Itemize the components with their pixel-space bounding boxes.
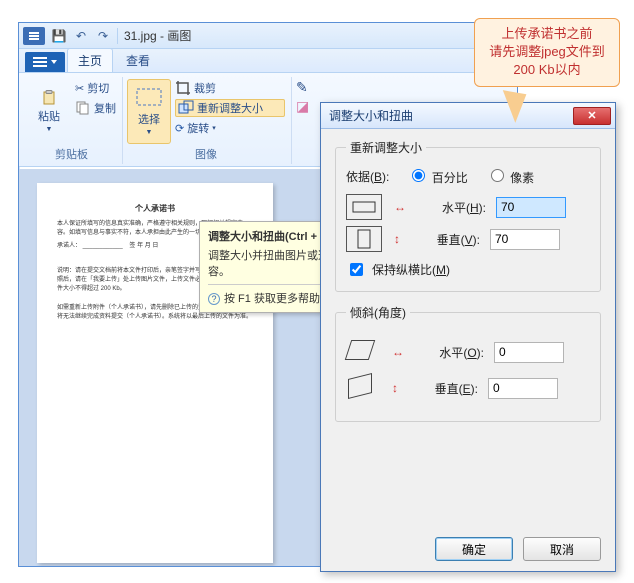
tab-view[interactable]: 查看 [115, 48, 161, 72]
clipboard-icon [41, 90, 57, 106]
skew-horiz-label: 水平(O): [414, 344, 484, 361]
resize-vert-icon [346, 226, 382, 252]
redo-icon[interactable]: ↷ [95, 28, 111, 44]
copy-button[interactable]: 复制 [75, 99, 116, 117]
window-title: 31.jpg - 画图 [124, 27, 191, 44]
resize-horiz-input[interactable] [496, 197, 566, 218]
skew-horiz-input[interactable] [494, 342, 564, 363]
arrow-vert-icon: ↕ [394, 232, 400, 246]
copy-label: 复制 [94, 100, 116, 116]
select-rect-icon [135, 87, 163, 109]
chevron-down-icon: ▼ [46, 126, 53, 133]
rotate-label: 旋转 [187, 120, 209, 136]
separator [117, 28, 118, 44]
skew-vert-icon [346, 373, 380, 403]
resize-group: 重新调整大小 依据(B): 百分比 像素 ↔ 水平(H): ↕ 垂直(V): 保… [335, 139, 601, 292]
resize-vert-input[interactable] [490, 229, 560, 250]
skew-horiz-icon [346, 337, 380, 367]
callout-line: 200 Kb以内 [479, 61, 615, 79]
callout-tail [498, 90, 527, 124]
select-label: 选择 [138, 111, 160, 127]
save-icon[interactable]: 💾 [51, 28, 67, 44]
crop-button[interactable]: 裁剪 [175, 79, 285, 97]
resize-icon [178, 100, 194, 116]
file-tab[interactable] [25, 52, 65, 72]
skew-group-legend: 倾斜(角度) [346, 304, 410, 321]
rotate-button[interactable]: ⟳ 旋转 ▾ [175, 119, 285, 137]
aspect-ratio-label: 保持纵横比(M) [372, 261, 450, 278]
rotate-icon: ⟳ [175, 122, 184, 135]
cut-label: 剪切 [87, 80, 109, 96]
radio-pixels[interactable]: 像素 [486, 166, 534, 186]
dialog-title: 调整大小和扭曲 [329, 107, 413, 124]
group-label-image: 图像 [127, 144, 285, 162]
horiz-label: 水平(H): [416, 199, 486, 216]
callout-line: 上传承诺书之前 [479, 25, 615, 43]
close-button[interactable]: ✕ [573, 107, 611, 125]
radio-percent-input[interactable] [412, 169, 425, 182]
skew-group: 倾斜(角度) ↔ 水平(O): ↕ 垂直(E): [335, 304, 601, 422]
paste-button[interactable]: 粘贴 ▼ [27, 79, 71, 144]
vert-label: 垂直(V): [410, 231, 480, 248]
app-menu-button[interactable] [23, 27, 45, 45]
doc-sig-label: 承诺人： [57, 243, 81, 249]
help-icon: ? [208, 293, 220, 305]
skew-vert-label: 垂直(E): [408, 380, 478, 397]
dialog-titlebar[interactable]: 调整大小和扭曲 ✕ [321, 103, 615, 129]
annotation-callout: 上传承诺书之前 请先调整jpeg文件到 200 Kb以内 [474, 18, 620, 87]
radio-pixels-input[interactable] [491, 169, 504, 182]
undo-icon[interactable]: ↶ [73, 28, 89, 44]
doc-title: 个人承诺书 [57, 203, 253, 214]
pencil-icon[interactable]: ✎ [296, 79, 309, 96]
crop-icon [175, 80, 191, 96]
doc-sig-date: 年 月 日 [137, 243, 158, 249]
ok-button[interactable]: 确定 [435, 537, 513, 561]
resize-group-legend: 重新调整大小 [346, 139, 426, 156]
radio-percent[interactable]: 百分比 [407, 166, 467, 186]
resize-skew-dialog: 调整大小和扭曲 ✕ 重新调整大小 依据(B): 百分比 像素 ↔ 水平(H): … [320, 102, 616, 572]
aspect-ratio-checkbox[interactable] [350, 263, 363, 276]
resize-horiz-icon [346, 194, 382, 220]
group-label-clipboard: 剪贴板 [27, 144, 116, 162]
eraser-icon[interactable]: ◪ [296, 98, 309, 115]
tab-home[interactable]: 主页 [67, 48, 113, 72]
chevron-down-icon: ▼ [146, 129, 153, 136]
callout-line: 请先调整jpeg文件到 [479, 43, 615, 61]
tooltip-help: 按 F1 获取更多帮助。 [224, 293, 331, 305]
by-label: 依据(B): [346, 168, 389, 185]
arrow-horiz-icon: ↔ [394, 200, 406, 214]
copy-icon [75, 100, 91, 116]
quick-access-toolbar: 💾 ↶ ↷ 31.jpg - 画图 [19, 23, 517, 49]
select-button[interactable]: 选择 ▼ [127, 79, 171, 144]
ribbon-group-image: 选择 ▼ 裁剪 重新调整大小 ⟳ 旋转 ▾ [125, 77, 292, 164]
scissors-icon: ✂ [75, 82, 84, 95]
cancel-button[interactable]: 取消 [523, 537, 601, 561]
resize-label: 重新调整大小 [197, 100, 263, 116]
cut-button[interactable]: ✂ 剪切 [75, 79, 116, 97]
arrow-vert-icon: ↕ [392, 381, 398, 395]
resize-button[interactable]: 重新调整大小 [175, 99, 285, 117]
crop-label: 裁剪 [194, 80, 216, 96]
arrow-horiz-icon: ↔ [392, 345, 404, 359]
skew-vert-input[interactable] [488, 378, 558, 399]
ribbon-tabs: 主页 查看 [19, 49, 517, 73]
chevron-down-icon: ▾ [212, 124, 216, 132]
paste-label: 粘贴 [38, 108, 60, 124]
close-icon: ✕ [587, 109, 596, 122]
ribbon-group-clipboard: 粘贴 ▼ ✂ 剪切 复制 剪贴板 [25, 77, 123, 164]
